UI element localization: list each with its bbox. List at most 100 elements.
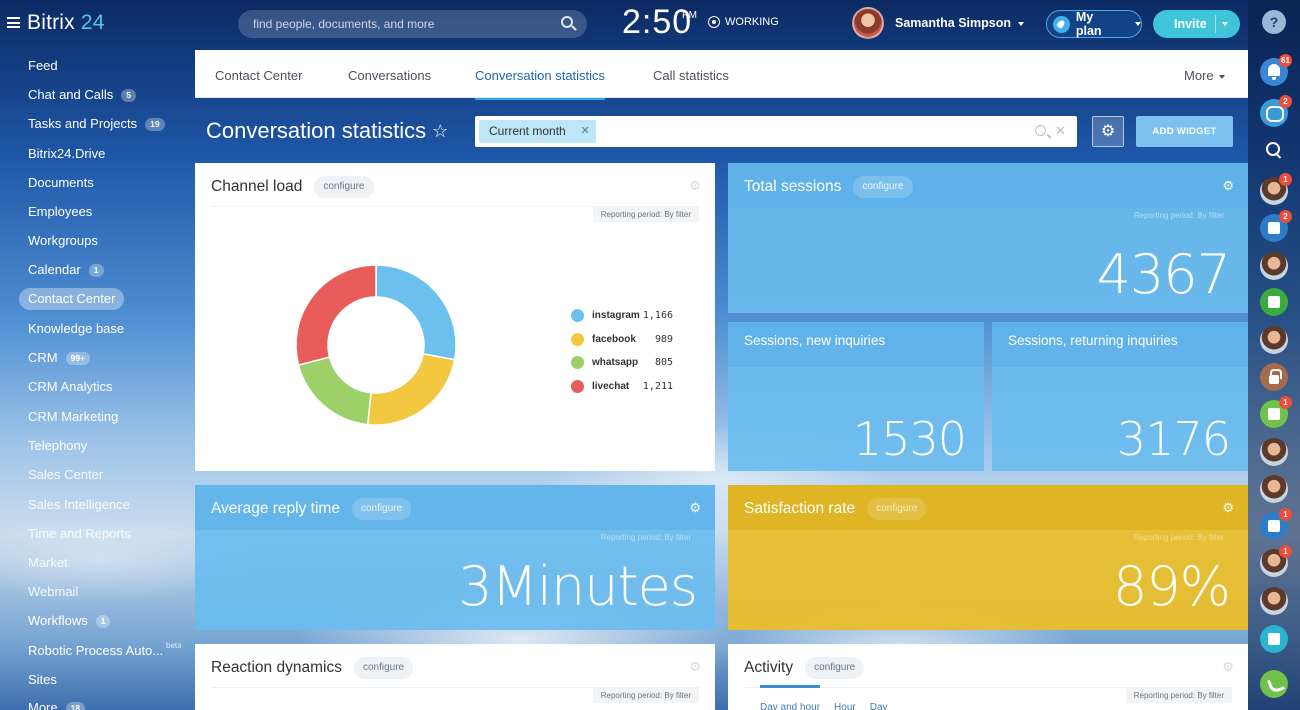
help-icon[interactable]: ? bbox=[1262, 10, 1286, 34]
gear-icon[interactable]: ⚙ bbox=[1222, 178, 1234, 194]
donut-slice-facebook[interactable] bbox=[366, 352, 456, 426]
exit-icon[interactable] bbox=[1260, 625, 1288, 653]
gear-icon[interactable]: ⚙ bbox=[689, 178, 701, 194]
legend-swatch bbox=[571, 379, 584, 393]
count-badge: 1 bbox=[95, 615, 111, 629]
group-chat-icon[interactable]: 2 bbox=[1260, 210, 1292, 242]
gear-icon[interactable]: ⚙ bbox=[689, 659, 701, 675]
tab-conversations[interactable]: Conversations bbox=[348, 68, 431, 83]
gear-icon[interactable]: ⚙ bbox=[1222, 500, 1234, 516]
sidebar-item[interactable]: Employees bbox=[19, 201, 101, 223]
phone-icon[interactable] bbox=[1260, 670, 1288, 698]
sidebar-item[interactable]: Chat and Calls 5 bbox=[19, 84, 145, 106]
gear-icon[interactable]: ⚙ bbox=[1222, 659, 1234, 675]
reporting-period: Reporting period: By filter bbox=[600, 533, 691, 542]
donut-slice-livechat[interactable] bbox=[295, 264, 377, 366]
notifications-icon[interactable]: 61 bbox=[1260, 54, 1292, 86]
donut-slice-instagram[interactable] bbox=[375, 264, 457, 361]
subtab-day-and-hour[interactable]: Day and hour bbox=[760, 702, 820, 710]
contact-avatar[interactable] bbox=[1260, 587, 1288, 615]
tab-call-statistics[interactable]: Call statistics bbox=[653, 68, 729, 83]
legend-value: 1,166 bbox=[642, 310, 673, 321]
sidebar-item-label: Sites bbox=[28, 672, 57, 687]
contact-avatar[interactable] bbox=[1260, 438, 1288, 466]
menu-icon[interactable] bbox=[7, 17, 20, 28]
tab-contact-center[interactable]: Contact Center bbox=[215, 68, 302, 83]
clock-ampm: PM bbox=[682, 10, 697, 21]
metric-value: 3176 bbox=[1116, 412, 1231, 466]
configure-button[interactable]: configure bbox=[867, 498, 927, 520]
my-plan-button[interactable]: My plan bbox=[1046, 10, 1142, 38]
sidebar-item[interactable]: Tasks and Projects 19 bbox=[19, 113, 174, 135]
avatar[interactable] bbox=[852, 7, 884, 39]
sidebar-item[interactable]: Sales Intelligence bbox=[19, 494, 139, 516]
subtab-hour[interactable]: Hour bbox=[834, 702, 856, 710]
invite-button[interactable]: Invite bbox=[1153, 10, 1240, 38]
star-icon[interactable]: ☆ bbox=[432, 121, 448, 142]
sidebar-item[interactable]: Telephony bbox=[19, 435, 96, 457]
sidebar-item[interactable]: CRM Analytics bbox=[19, 376, 122, 398]
sidebar-item[interactable]: Feed bbox=[19, 55, 67, 77]
sidebar-item-label: Contact Center bbox=[28, 291, 116, 306]
chevron-down-icon bbox=[1218, 74, 1225, 79]
tab-more[interactable]: More bbox=[1184, 68, 1225, 83]
count-badge: 19 bbox=[145, 118, 165, 132]
filter-bar[interactable]: Current month ✕ ✕ bbox=[475, 116, 1077, 147]
sidebar-item[interactable]: Workgroups bbox=[19, 230, 107, 252]
search-input[interactable] bbox=[238, 10, 587, 38]
configure-button[interactable]: configure bbox=[805, 657, 865, 679]
sidebar-item[interactable]: CRM Marketing bbox=[19, 406, 127, 428]
sidebar-item[interactable]: Contact Center bbox=[19, 288, 125, 310]
returning-inquiries-widget: Sessions, returning inquiries 3176 bbox=[992, 322, 1248, 471]
sidebar-item-label: Sales Center bbox=[28, 467, 104, 482]
user-menu[interactable]: Samantha Simpson bbox=[895, 16, 1024, 30]
sidebar-item[interactable]: Documents bbox=[19, 172, 103, 194]
search-icon[interactable] bbox=[561, 16, 573, 28]
clear-icon[interactable]: ✕ bbox=[1055, 123, 1066, 139]
configure-button[interactable]: configure bbox=[314, 176, 374, 198]
donut-slice-whatsapp[interactable] bbox=[297, 356, 372, 426]
sidebar-item[interactable]: More 18 bbox=[19, 697, 94, 710]
activity-widget: Activity configure ⚙ Reporting period: By… bbox=[728, 644, 1248, 710]
sidebar-item[interactable]: Calendar 1 bbox=[19, 259, 113, 281]
contact-avatar[interactable] bbox=[1260, 252, 1288, 280]
sidebar-item[interactable]: Sales Center bbox=[19, 464, 112, 486]
donut-chart bbox=[295, 264, 457, 426]
add-widget-button[interactable]: ADD WIDGET bbox=[1136, 116, 1233, 147]
sidebar-item[interactable]: Robotic Process Auto... bbox=[19, 640, 172, 662]
sidebar-item[interactable]: Sites bbox=[19, 669, 66, 691]
sidebar-item[interactable]: CRM 99+ bbox=[19, 347, 99, 369]
tab-conversation-statistics[interactable]: Conversation statistics bbox=[475, 68, 606, 100]
sidebar-item[interactable]: Webmail bbox=[19, 581, 87, 603]
contact-avatar[interactable]: 1 bbox=[1260, 173, 1292, 205]
legend-swatch bbox=[571, 309, 584, 322]
gear-icon[interactable]: ⚙ bbox=[689, 500, 701, 516]
open-channel-icon[interactable]: 1 bbox=[1260, 508, 1292, 540]
satisfaction-rate-widget: Satisfaction rate configure ⚙ Reporting p… bbox=[728, 485, 1248, 630]
contact-avatar[interactable] bbox=[1260, 475, 1288, 503]
subtab-day[interactable]: Day bbox=[870, 702, 888, 710]
sidebar-item[interactable]: Knowledge base bbox=[19, 318, 133, 340]
users-icon[interactable]: 1 bbox=[1260, 396, 1292, 428]
megaphone-icon[interactable] bbox=[1260, 288, 1288, 316]
configure-button[interactable]: configure bbox=[351, 498, 412, 520]
configure-button[interactable]: configure bbox=[353, 657, 414, 679]
chat-icon[interactable]: 2 bbox=[1260, 95, 1292, 127]
sidebar-item[interactable]: Bitrix24.Drive bbox=[19, 143, 114, 165]
sidebar-item[interactable]: Market bbox=[19, 552, 77, 574]
contact-avatar[interactable]: 1 bbox=[1260, 545, 1292, 577]
search-icon[interactable] bbox=[1260, 136, 1288, 164]
close-icon[interactable]: ✕ bbox=[580, 120, 589, 143]
logo[interactable]: Bitrix 24 bbox=[27, 11, 105, 35]
sidebar-item[interactable]: Time and Reports bbox=[19, 523, 140, 545]
lock-icon[interactable] bbox=[1260, 363, 1288, 391]
filter-chip[interactable]: Current month ✕ bbox=[479, 120, 596, 143]
sidebar-item[interactable]: Workflows 1 bbox=[19, 610, 119, 632]
configure-button[interactable]: configure bbox=[853, 176, 913, 198]
contact-avatar[interactable] bbox=[1260, 326, 1288, 354]
legend-swatch bbox=[571, 356, 584, 369]
chevron-down-icon[interactable] bbox=[1222, 22, 1228, 26]
settings-button[interactable]: ⚙ bbox=[1092, 116, 1124, 147]
work-status[interactable]: WORKING bbox=[708, 16, 779, 28]
search-icon[interactable] bbox=[1035, 125, 1046, 136]
